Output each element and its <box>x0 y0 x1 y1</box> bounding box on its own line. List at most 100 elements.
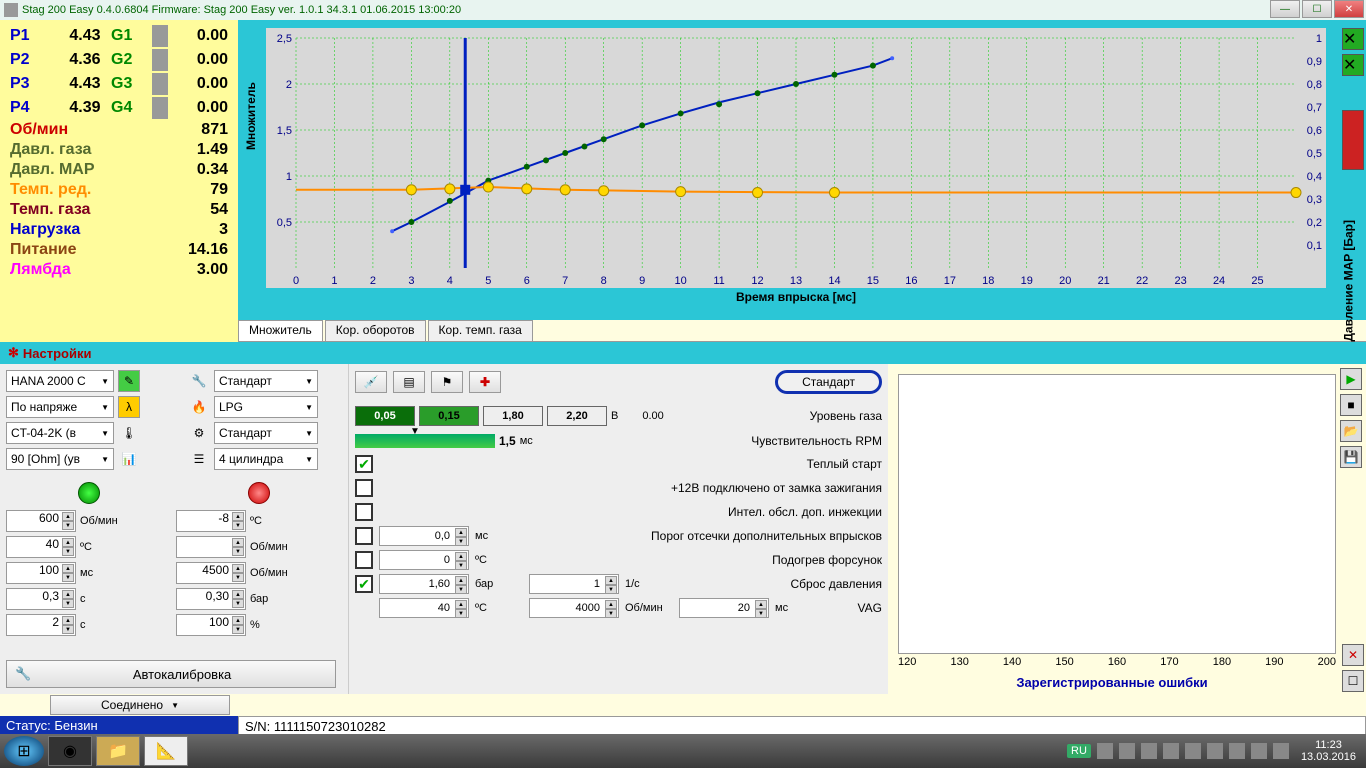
left-field-3-input[interactable]: 0,3 ▲▼ <box>6 588 76 610</box>
chart-btn-3[interactable] <box>1342 110 1364 170</box>
spin-up[interactable]: ▲ <box>232 564 244 573</box>
errors-box-button[interactable]: ☐ <box>1342 670 1364 692</box>
tray-icon[interactable] <box>1097 743 1113 759</box>
injector-type-dropdown[interactable]: HANA 2000 С▼ <box>6 370 114 392</box>
spin-down[interactable]: ▼ <box>62 547 74 556</box>
stop-button[interactable]: ■ <box>1340 394 1362 416</box>
spin-down[interactable]: ▼ <box>232 547 244 556</box>
spin-up[interactable]: ▲ <box>62 564 74 573</box>
taskbar-explorer[interactable]: 📁 <box>96 736 140 766</box>
autocalibration-button[interactable]: 🔧 Автокалибровка <box>6 660 336 688</box>
opt-field2-5[interactable]: 1▲▼ <box>529 574 619 594</box>
taskbar-clock[interactable]: 11:23 13.03.2016 <box>1295 739 1362 763</box>
errors-chart[interactable] <box>898 374 1336 654</box>
injector-row-3: P3 4.43 G3 0.00 <box>4 72 234 96</box>
language-indicator[interactable]: RU <box>1067 744 1091 758</box>
chart-btn-1[interactable]: ✕ <box>1342 28 1364 50</box>
green-indicator[interactable] <box>78 482 100 504</box>
option-checkbox-4[interactable] <box>355 551 373 569</box>
spin-down[interactable]: ▼ <box>232 625 244 634</box>
tb-list-icon[interactable]: ▤ <box>393 371 425 393</box>
cylinders-dropdown[interactable]: 4 цилиндра▼ <box>214 448 318 470</box>
left-field-1-input[interactable]: 40 ▲▼ <box>6 536 76 558</box>
taskbar-stag[interactable]: 📐 <box>144 736 188 766</box>
pen-icon[interactable]: ✎ <box>118 370 140 392</box>
level-seg-3[interactable]: 1,80 <box>483 406 543 426</box>
level-sensor-dropdown[interactable]: 90 [Ohm] (ув▼ <box>6 448 114 470</box>
heating-dropdown[interactable]: По напряже▼ <box>6 396 114 418</box>
right-field-1-input[interactable]: ▲▼ <box>176 536 246 558</box>
spin-up[interactable]: ▲ <box>62 590 74 599</box>
tb-flag-icon[interactable]: ⚑ <box>431 371 463 393</box>
level-seg-1[interactable]: 0,05 <box>355 406 415 426</box>
left-field-2-input[interactable]: 100 ▲▼ <box>6 562 76 584</box>
maximize-button[interactable]: ☐ <box>1302 0 1332 18</box>
tab-1[interactable]: Кор. оборотов <box>325 320 426 341</box>
sensor-dropdown[interactable]: CT-04-2K (в▼ <box>6 422 114 444</box>
save-button[interactable]: 💾 <box>1340 446 1362 468</box>
tb-injector-icon[interactable]: 💉 <box>355 371 387 393</box>
left-field-0-input[interactable]: 600 ▲▼ <box>6 510 76 532</box>
opt-field-4[interactable]: 0▲▼ <box>379 550 469 570</box>
spin-down[interactable]: ▼ <box>232 573 244 582</box>
spin-down[interactable]: ▼ <box>62 573 74 582</box>
red-indicator[interactable] <box>248 482 270 504</box>
right-field-2-input[interactable]: 4500 ▲▼ <box>176 562 246 584</box>
tb-plus-icon[interactable]: ✚ <box>469 371 501 393</box>
spin-up[interactable]: ▲ <box>232 590 244 599</box>
spin-up[interactable]: ▲ <box>62 538 74 547</box>
spin-up[interactable]: ▲ <box>232 538 244 547</box>
sensitivity-slider[interactable]: ▼ <box>355 434 495 448</box>
opt-field-5[interactable]: 1,60▲▼ <box>379 574 469 594</box>
tray-icon[interactable] <box>1251 743 1267 759</box>
play-button[interactable]: ▶ <box>1340 368 1362 390</box>
option-checkbox-0[interactable]: ✔ <box>355 455 373 473</box>
minimize-button[interactable]: — <box>1270 0 1300 18</box>
option-checkbox-2[interactable] <box>355 503 373 521</box>
start-button[interactable]: ⊞ <box>4 736 44 766</box>
opt-field2-6[interactable]: 4000▲▼ <box>529 598 619 618</box>
right-field-0-input[interactable]: -8 ▲▼ <box>176 510 246 532</box>
tray-icon[interactable] <box>1273 743 1289 759</box>
spin-up[interactable]: ▲ <box>62 512 74 521</box>
tray-icon[interactable] <box>1207 743 1223 759</box>
option-checkbox-3[interactable] <box>355 527 373 545</box>
option-checkbox-5[interactable]: ✔ <box>355 575 373 593</box>
spin-up[interactable]: ▲ <box>232 512 244 521</box>
option-checkbox-1[interactable] <box>355 479 373 497</box>
level-seg-4[interactable]: 2,20 <box>547 406 607 426</box>
standard-button[interactable]: Стандарт <box>775 370 882 394</box>
engine-std-dropdown[interactable]: Стандарт▼ <box>214 422 318 444</box>
tray-icon[interactable] <box>1119 743 1135 759</box>
tab-2[interactable]: Кор. темп. газа <box>428 320 533 341</box>
tab-0[interactable]: Множитель <box>238 320 323 341</box>
errors-panel: 120130140150160170180190200 Зарегистриро… <box>888 364 1366 694</box>
left-field-4-input[interactable]: 2 ▲▼ <box>6 614 76 636</box>
right-field-4-input[interactable]: 100 ▲▼ <box>176 614 246 636</box>
spin-down[interactable]: ▼ <box>62 625 74 634</box>
spin-down[interactable]: ▼ <box>232 599 244 608</box>
opt-field-3[interactable]: 0,0▲▼ <box>379 526 469 546</box>
tray-icon[interactable] <box>1185 743 1201 759</box>
spin-up[interactable]: ▲ <box>62 616 74 625</box>
level-seg-2[interactable]: 0,15 <box>419 406 479 426</box>
taskbar-chrome[interactable]: ◉ <box>48 736 92 766</box>
opt-field3-6[interactable]: 20▲▼ <box>679 598 769 618</box>
reducer-dropdown[interactable]: Стандарт▼ <box>214 370 318 392</box>
multiplier-chart[interactable]: 0123456789101112131415161718192021222324… <box>266 28 1326 288</box>
close-button[interactable]: ✕ <box>1334 0 1364 18</box>
clear-errors-button[interactable]: ✕ <box>1342 644 1364 666</box>
opt-field-6[interactable]: 40▲▼ <box>379 598 469 618</box>
tray-icon[interactable] <box>1141 743 1157 759</box>
connection-dropdown[interactable]: Соединено▼ <box>50 695 230 715</box>
fuel-type-dropdown[interactable]: LPG▼ <box>214 396 318 418</box>
tray-icon[interactable] <box>1163 743 1179 759</box>
open-button[interactable]: 📂 <box>1340 420 1362 442</box>
right-field-3-input[interactable]: 0,30 ▲▼ <box>176 588 246 610</box>
spin-down[interactable]: ▼ <box>232 521 244 530</box>
spin-down[interactable]: ▼ <box>62 521 74 530</box>
chart-btn-2[interactable]: ✕ <box>1342 54 1364 76</box>
tray-icon[interactable] <box>1229 743 1245 759</box>
spin-up[interactable]: ▲ <box>232 616 244 625</box>
spin-down[interactable]: ▼ <box>62 599 74 608</box>
